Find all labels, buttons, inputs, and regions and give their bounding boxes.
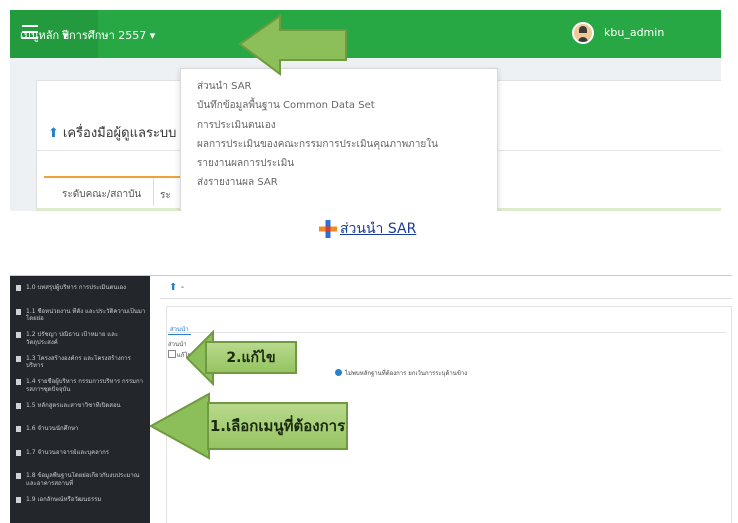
top-navbar: ปีการศึกษา 2557 ▾ เมนูหลัก ▾ kbu_admin bbox=[10, 10, 721, 58]
sidebar-item-1-1[interactable]: 1.1 ชื่อหน่วยงาน ที่ตั้ง และประวัติความเ… bbox=[10, 308, 150, 332]
sidebar-item-1-8[interactable]: 1.8 ข้อมูลพื้นฐานโดยย่อเกี่ยวกับงบประมาณ… bbox=[10, 472, 150, 496]
callout-edit: 2.แก้ไข bbox=[205, 341, 297, 374]
menu-item-submit-sar[interactable]: ส่งรายงานผล SAR bbox=[181, 173, 497, 192]
menu-item-assessment-report[interactable]: รายงานผลการประเมิน bbox=[181, 154, 497, 173]
pointer-arrow-icon bbox=[238, 14, 347, 76]
upload-icon: ⬆ bbox=[48, 126, 59, 141]
callout-select-menu: 1.เลือกเมนูที่ต้องการ bbox=[207, 402, 348, 450]
main-menu-list: ส่วนนำ SAR บันทึกข้อมูลพื้นฐาน Common Da… bbox=[180, 68, 498, 211]
menu-item-committee-results[interactable]: ผลการประเมินของคณะกรรมการประเมินคุณภาพภา… bbox=[181, 135, 497, 154]
plus-icon bbox=[319, 220, 337, 238]
menu-item-self-assessment[interactable]: การประเมินตนเอง bbox=[181, 116, 497, 135]
upload-icon: ⬆ - bbox=[169, 282, 185, 293]
menu-item-sar-intro[interactable]: ส่วนนำ SAR bbox=[181, 77, 497, 96]
menu-pointer-arrow-icon bbox=[150, 392, 210, 460]
sidebar-item-1-6[interactable]: 1.6 จำนวนนักศึกษา bbox=[10, 425, 150, 449]
header-divider bbox=[160, 298, 732, 299]
sidebar-item-1-9[interactable]: 1.9 เอกลักษณ์หรือวัฒนธรรม bbox=[10, 496, 150, 520]
username-label[interactable]: kbu_admin bbox=[604, 26, 664, 39]
sidebar-item-1-0[interactable]: 1.0 บทสรุปผู้บริหาร การประเมินตนเอง bbox=[10, 284, 150, 308]
hamburger-icon[interactable] bbox=[22, 25, 38, 39]
sidebar-item-1-2[interactable]: 1.2 ปรัชญา ปณิธาน เป้าหมาย และวัตถุประสง… bbox=[10, 331, 150, 355]
main-content: ⬆ - ส่วนนำ ส่วนนำ แก้ไข ไม่พบหลักฐานที่ต… bbox=[160, 276, 732, 523]
tab-faculty-level[interactable]: ระดับคณะ/สถาบัน bbox=[44, 178, 154, 206]
academic-year-dropdown[interactable]: ปีการศึกษา 2557 ▾ bbox=[62, 26, 155, 44]
sidebar-item-1-3[interactable]: 1.3 โครงสร้างองค์กร และโครงสร้างการบริหา… bbox=[10, 355, 150, 379]
info-icon bbox=[335, 369, 342, 376]
info-message: ไม่พบหลักฐานที่ต้องการ ยกเว้นการระบุด้าน… bbox=[335, 368, 467, 378]
tab-other-level[interactable]: ระ bbox=[160, 188, 171, 203]
tutorial-figure: ปีการศึกษา 2557 ▾ เมนูหลัก ▾ kbu_admin ⬆… bbox=[0, 0, 738, 523]
admin-tools-title: ⬆ เครื่องมือผู้ดูแลระบบ bbox=[48, 126, 177, 141]
bottom-screenshot: 1.0 บทสรุปผู้บริหาร การประเมินตนเอง 1.1 … bbox=[10, 275, 732, 523]
sidebar-item-1-4[interactable]: 1.4 รายชื่อผู้บริหาร กรรมการบริหาร กรรมก… bbox=[10, 378, 150, 402]
menu-item-common-data-set[interactable]: บันทึกข้อมูลพื้นฐาน Common Data Set bbox=[181, 96, 497, 115]
sidebar: 1.0 บทสรุปผู้บริหาร การประเมินตนเอง 1.1 … bbox=[10, 276, 150, 523]
sidebar-item-1-5[interactable]: 1.5 หลักสูตรและสาขาวิชาที่เปิดสอน bbox=[10, 402, 150, 426]
sidebar-item-1-7[interactable]: 1.7 จำนวนอาจารย์และบุคลากร bbox=[10, 449, 150, 473]
top-screenshot: ปีการศึกษา 2557 ▾ เมนูหลัก ▾ kbu_admin ⬆… bbox=[10, 10, 721, 211]
user-avatar-icon[interactable] bbox=[572, 22, 594, 44]
caption-link[interactable]: ส่วนนำ SAR bbox=[340, 218, 416, 240]
section-caption: ส่วนนำ SAR bbox=[319, 218, 416, 240]
tab-divider bbox=[166, 332, 726, 333]
section-label: ส่วนนำ bbox=[168, 341, 187, 348]
